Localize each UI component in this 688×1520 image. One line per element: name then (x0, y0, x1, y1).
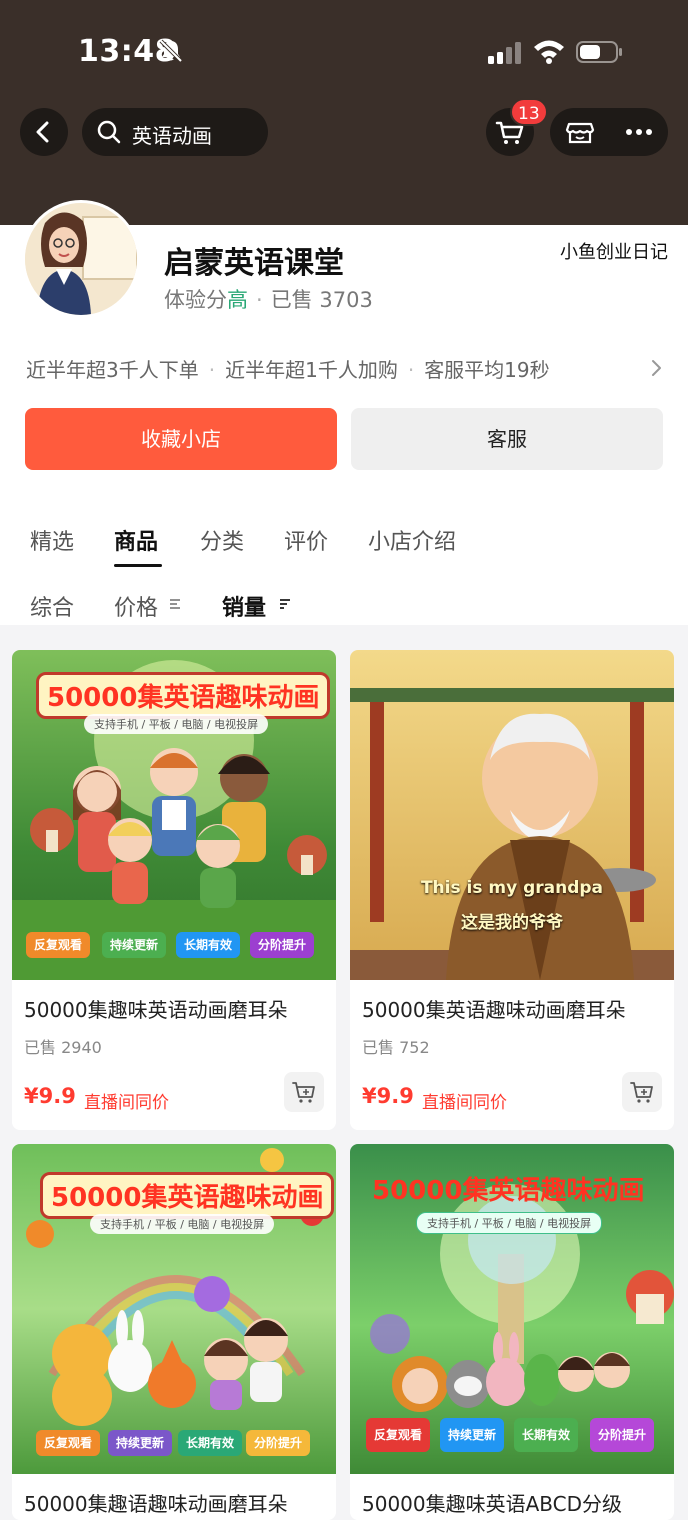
search-bar[interactable]: 英语动画 (82, 108, 268, 156)
customer-service-button[interactable]: 客服 (351, 408, 663, 470)
feature-chip: 长期有效 (178, 1430, 243, 1456)
banner-title: 50000集英语趣味动画 (36, 672, 331, 719)
sort-bar: 综合 价格 销量 (0, 586, 688, 626)
banner-subtitle: 支持手机 / 平板 / 电脑 / 电视投屏 (84, 714, 269, 734)
teacher-avatar-image (25, 203, 137, 315)
shop-meta: 体验分高 · 已售 3703 (164, 284, 373, 314)
sort-price-icon (170, 599, 180, 609)
active-tab-indicator (114, 564, 162, 567)
feature-chip: 反复观看 (26, 932, 91, 958)
bell-mute-icon (159, 39, 183, 63)
feature-chip: 反复观看 (366, 1418, 431, 1452)
shop-tag: 小鱼创业日记 (560, 242, 668, 263)
feature-chip: 持续更新 (102, 932, 167, 958)
feature-chip: 分阶提升 (590, 1418, 655, 1452)
stat-service-time: 客服平均19秒 (424, 358, 550, 382)
tab-shop-intro[interactable]: 小店介绍 (368, 524, 456, 556)
add-to-cart-button[interactable] (284, 1072, 324, 1112)
cart-count-badge: 13 (510, 98, 548, 126)
shop-avatar[interactable] (22, 200, 140, 318)
sort-sales[interactable]: 销量 (222, 590, 266, 622)
sort-price[interactable]: 价格 (114, 590, 158, 622)
feature-chip: 长期有效 (176, 932, 241, 958)
banner-subtitle: 支持手机 / 平板 / 电脑 / 电视投屏 (416, 1212, 603, 1234)
search-icon (97, 120, 121, 144)
feature-chip: 长期有效 (514, 1418, 579, 1452)
shop-icon[interactable] (564, 118, 596, 146)
product-price: ¥9.9 (24, 1084, 76, 1108)
banner-subtitle: 支持手机 / 平板 / 电脑 / 电视投屏 (90, 1214, 275, 1234)
product-sold: 已售 752 (362, 1038, 430, 1057)
product-title: 50000集趣味英语动画磨耳朵 (24, 998, 288, 1022)
stat-orders: 近半年超3千人下单 (26, 358, 199, 382)
score-label: 体验分 (164, 288, 227, 312)
add-cart-icon (630, 1082, 653, 1103)
cellular-signal-icon (488, 42, 521, 64)
meta-separator: · (256, 288, 263, 312)
tab-featured[interactable]: 精选 (30, 524, 74, 556)
product-image[interactable]: 50000集英语趣味动画 支持手机 / 平板 / 电脑 / 电视投屏 反复观看 … (12, 650, 336, 980)
add-cart-icon (292, 1082, 315, 1103)
sort-overall[interactable]: 综合 (30, 590, 74, 622)
video-subtitle-en: This is my grandpa (420, 878, 604, 898)
product-title: 50000集趣语趣味动画磨耳朵 (24, 1492, 288, 1516)
product-image[interactable]: 50000集英语趣味动画 支持手机 / 平板 / 电脑 / 电视投屏 反复观看 … (350, 1144, 674, 1474)
more-capsule[interactable] (550, 108, 668, 156)
shop-tabs: 精选 商品 分类 评价 小店介绍 (0, 520, 688, 570)
add-to-cart-button[interactable] (622, 1072, 662, 1112)
status-bar: 13:48 (0, 0, 688, 100)
feature-chip: 分阶提升 (246, 1430, 311, 1456)
video-subtitle-cn: 这是我的爷爷 (461, 913, 563, 933)
price-label: 直播间同价 (84, 1093, 169, 1113)
product-image[interactable]: This is my grandpa 这是我的爷爷 (350, 650, 674, 980)
search-query: 英语动画 (132, 124, 212, 148)
chevron-left-icon (36, 121, 49, 143)
product-price: ¥9.9 (362, 1084, 414, 1108)
product-card[interactable]: 50000集英语趣味动画 支持手机 / 平板 / 电脑 / 电视投屏 反复观看 … (12, 1144, 336, 1520)
banner-title: 50000集英语趣味动画 (40, 1172, 335, 1219)
feature-chip: 持续更新 (440, 1418, 505, 1452)
favorite-shop-button[interactable]: 收藏小店 (25, 408, 337, 470)
product-card[interactable]: 50000集英语趣味动画 支持手机 / 平板 / 电脑 / 电视投屏 反复观看 … (12, 650, 336, 1130)
product-card[interactable]: This is my grandpa 这是我的爷爷 50000集英语趣味动画磨耳… (350, 650, 674, 1130)
product-card[interactable]: 50000集英语趣味动画 支持手机 / 平板 / 电脑 / 电视投屏 反复观看 … (350, 1144, 674, 1520)
shop-name: 启蒙英语课堂 (164, 246, 344, 281)
product-title: 50000集英语趣味动画磨耳朵 (362, 998, 626, 1022)
stat-cart-adds: 近半年超1千人加购 (225, 358, 398, 382)
chevron-right-icon[interactable] (646, 356, 666, 380)
feature-chip: 反复观看 (36, 1430, 101, 1456)
shop-stats-row[interactable]: 近半年超3千人下单 · 近半年超1千人加购 · 客服平均19秒 (26, 354, 636, 383)
product-image[interactable]: 50000集英语趣味动画 支持手机 / 平板 / 电脑 / 电视投屏 反复观看 … (12, 1144, 336, 1474)
product-title: 50000集趣味英语ABCD分级 (362, 1492, 623, 1516)
feature-chip: 分阶提升 (250, 932, 315, 958)
score-value: 高 (227, 288, 248, 312)
banner-title: 50000集英语趣味动画 (372, 1176, 645, 1206)
price-label: 直播间同价 (422, 1093, 507, 1113)
sort-sales-icon (280, 599, 290, 609)
product-sold: 已售 2940 (24, 1038, 102, 1057)
tab-products[interactable]: 商品 (114, 524, 158, 556)
feature-chip: 持续更新 (108, 1430, 173, 1456)
tab-reviews[interactable]: 评价 (284, 524, 328, 556)
shop-sold-count: 已售 3703 (270, 288, 373, 312)
more-icon[interactable] (624, 118, 654, 146)
battery-icon (576, 41, 622, 63)
tab-categories[interactable]: 分类 (200, 524, 244, 556)
wifi-icon (534, 40, 564, 64)
back-button[interactable] (20, 108, 68, 156)
